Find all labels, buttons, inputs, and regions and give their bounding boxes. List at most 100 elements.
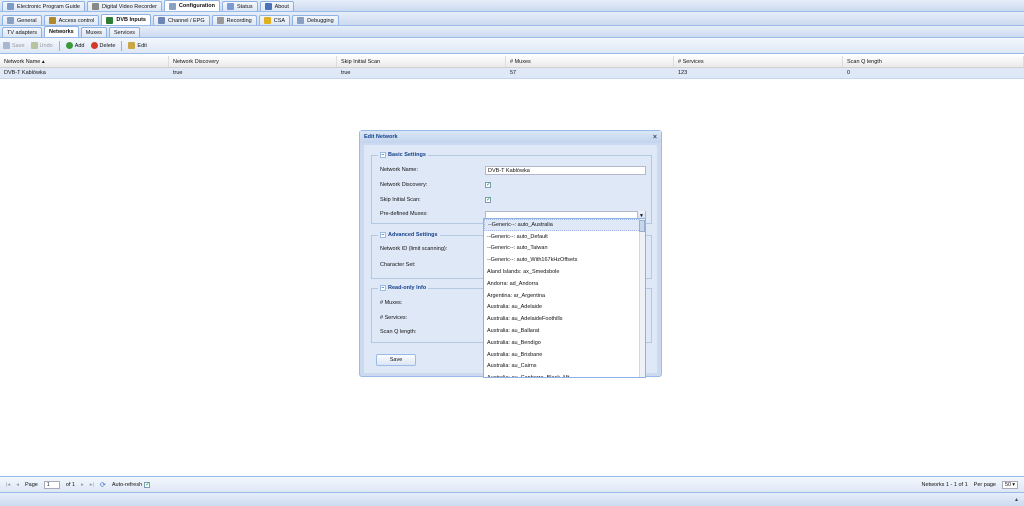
predefined-muxes-list[interactable]: --Generic--: auto_Australia --Generic--: … [483, 218, 646, 378]
tab-general[interactable]: General [2, 15, 42, 25]
chevron-up-icon[interactable]: ▴ [1015, 496, 1018, 503]
scrollbar-thumb[interactable] [639, 220, 645, 232]
status-bar: ▴ [0, 492, 1024, 506]
prev-page-icon[interactable]: ◂ [16, 482, 19, 488]
tab-label: TV adapters [7, 29, 37, 36]
tab-about[interactable]: About [259, 1, 294, 11]
tab-networks[interactable]: Networks [43, 26, 79, 37]
cell-network-discovery: true [173, 70, 183, 76]
tab-access-control[interactable]: Access control [43, 15, 100, 25]
skip-initial-scan-label: Skip Initial Scan: [380, 197, 421, 203]
tab-label: Status [236, 3, 253, 10]
wrench-icon [168, 2, 176, 10]
advanced-settings-legend[interactable]: − Advanced Settings [378, 232, 440, 238]
tab-electronic-program-guide[interactable]: Electronic Program Guide [2, 1, 85, 11]
next-page-icon[interactable]: ▸ [81, 482, 84, 488]
key-icon [263, 17, 271, 24]
add-icon [65, 42, 73, 49]
column-header-network-discovery[interactable]: Network Discovery [169, 56, 337, 67]
tab-configuration[interactable]: Configuration [163, 0, 220, 11]
list-item[interactable]: --Generic--: auto_Australia [484, 219, 645, 231]
per-page-label: Per page [973, 481, 996, 488]
page-label: Page [24, 481, 38, 488]
tab-dvb-inputs[interactable]: DVB Inputs [101, 14, 151, 25]
add-button[interactable]: Add [65, 42, 85, 49]
edit-button[interactable]: Edit [128, 42, 147, 49]
list-item[interactable]: Australia: au_Canberra_Black_Mt [484, 372, 645, 377]
collapse-icon[interactable]: − [380, 232, 386, 238]
list-item[interactable]: Argentina: ar_Argentina [484, 290, 645, 302]
tab-debugging[interactable]: Debugging [292, 15, 339, 25]
grid-header: Network Name ▴ Network Discovery Skip In… [0, 56, 1024, 68]
tab-tv-adapters[interactable]: TV adapters [2, 27, 42, 37]
list-item[interactable]: Australia: au_Cairns [484, 361, 645, 373]
readonly-info-legend[interactable]: − Read-only Info [378, 285, 429, 291]
tab-digital-video-recorder[interactable]: Digital Video Recorder [86, 1, 162, 11]
basic-settings-fieldset: − Basic Settings Network Name: DVB-T Kab… [371, 152, 652, 224]
list-item[interactable]: Australia: au_Bendigo [484, 337, 645, 349]
users-icon [48, 17, 56, 24]
config-tab-bar: General Access control DVB Inputs Channel /… [0, 12, 1024, 26]
undo-button[interactable]: Undo [30, 42, 53, 49]
list-item[interactable]: --Generic--: auto_With167kHzOffsets [484, 254, 645, 266]
table-row[interactable]: DVB-T Kablówka true true 57 123 0 [0, 68, 1024, 79]
tab-label: General [17, 17, 37, 24]
list-item[interactable]: Australia: au_Brisbane [484, 349, 645, 361]
tab-csa[interactable]: CSA [258, 15, 291, 25]
delete-button[interactable]: Delete [90, 42, 115, 49]
character-set-label: Character Set: [380, 262, 416, 268]
cell-scan-q-length: 0 [847, 70, 851, 76]
auto-refresh-checkbox[interactable]: ✓ [144, 481, 150, 488]
tab-channel-epg[interactable]: Channel / EPG [152, 15, 210, 25]
list-item[interactable]: --Generic--: auto_Default [484, 231, 645, 243]
dvb-icon [106, 16, 114, 24]
column-header-scan-q-length[interactable]: Scan Q length [843, 56, 1024, 67]
page-input[interactable]: 1 [43, 480, 60, 489]
column-header-skip-initial-scan[interactable]: Skip Initial Scan [337, 56, 506, 67]
column-header-muxes[interactable]: # Muxes [506, 56, 674, 67]
tab-label: Services [113, 29, 136, 36]
network-id-label: Network ID (limit scanning): [380, 246, 448, 252]
collapse-icon[interactable]: − [380, 152, 386, 158]
network-name-input[interactable]: DVB-T Kablówka [485, 166, 646, 175]
dropdown-scrollbar[interactable] [639, 219, 645, 377]
tab-services[interactable]: Services [108, 27, 141, 37]
list-item[interactable]: --Generic--: auto_Taiwan [484, 243, 645, 255]
column-header-network-name[interactable]: Network Name ▴ [0, 56, 169, 67]
info-icon [264, 3, 272, 10]
tab-label: Configuration [178, 3, 215, 9]
paging-toolbar: |◂ ◂ Page 1 of 1 ▸ ▸| ⟳ Auto-refresh ✓ N… [0, 476, 1024, 492]
auto-refresh-label: Auto-refresh [111, 481, 143, 488]
column-header-services[interactable]: # Services [674, 56, 843, 67]
tab-recording[interactable]: Recording [211, 15, 257, 25]
dvr-icon [91, 3, 99, 10]
recording-icon [216, 17, 224, 24]
tab-muxes[interactable]: Muxes [80, 27, 107, 37]
per-page-select[interactable]: 50 ▾ [1002, 480, 1018, 489]
dialog-save-button[interactable]: Save [376, 354, 416, 366]
save-button[interactable]: Save [3, 42, 25, 49]
chevron-down-icon: ▾ [1012, 481, 1015, 488]
list-item[interactable]: Aland Islands: ax_Smedsbole [484, 266, 645, 278]
muxes-label: # Muxes: [380, 300, 403, 306]
close-icon[interactable]: × [653, 134, 657, 141]
list-item[interactable]: Australia: au_Adelaide [484, 302, 645, 314]
first-page-icon[interactable]: |◂ [6, 482, 10, 488]
services-label: # Services: [380, 315, 408, 321]
basic-settings-legend[interactable]: − Basic Settings [378, 152, 428, 158]
list-item[interactable]: Australia: au_Ballarat [484, 325, 645, 337]
collapse-icon[interactable]: − [380, 285, 386, 291]
page-of-label: of 1 [65, 481, 76, 488]
skip-initial-scan-checkbox[interactable]: ✓ [485, 197, 491, 203]
list-item[interactable]: Andorra: ad_Andorra [484, 278, 645, 290]
dialog-title-bar[interactable]: Edit Network × [360, 131, 661, 143]
tab-label: Digital Video Recorder [101, 3, 157, 10]
scan-q-length-label: Scan Q length: [380, 329, 417, 335]
list-item[interactable]: Australia: au_AdelaideFoothills [484, 313, 645, 325]
undo-icon [30, 42, 38, 49]
toolbar-separator [58, 40, 60, 51]
tab-status[interactable]: Status [221, 1, 258, 11]
refresh-icon[interactable]: ⟳ [100, 481, 106, 489]
last-page-icon[interactable]: ▸| [90, 482, 94, 488]
network-discovery-checkbox[interactable]: ✓ [485, 182, 491, 188]
